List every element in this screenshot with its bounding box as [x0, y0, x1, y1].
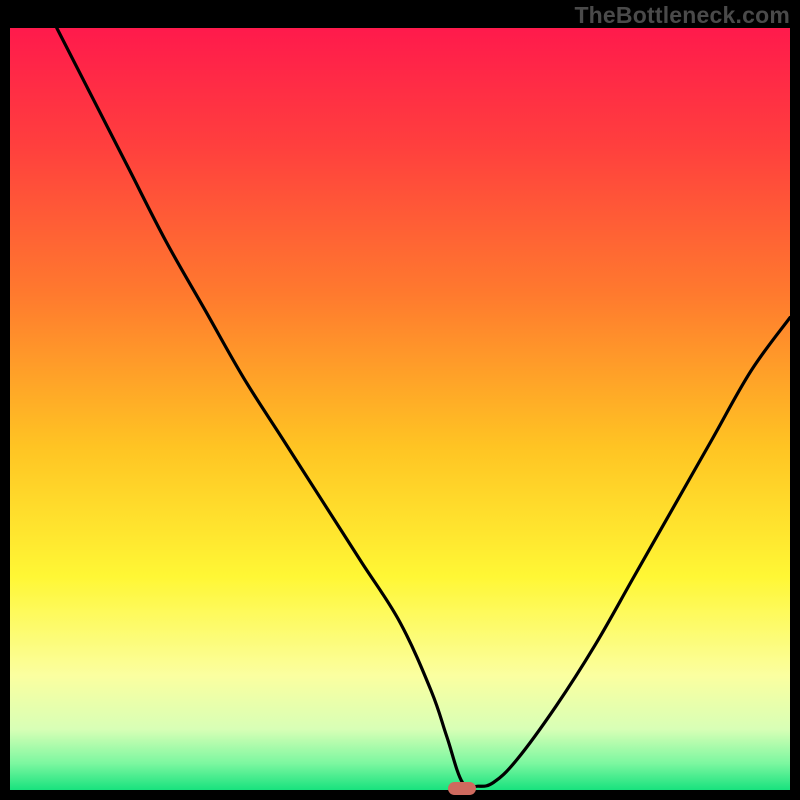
chart-stage [10, 28, 790, 790]
gradient-backdrop [10, 28, 790, 790]
bottleneck-chart [10, 28, 790, 790]
chart-wrapper: TheBottleneck.com [0, 0, 800, 800]
watermark-text: TheBottleneck.com [574, 2, 790, 29]
optimal-marker-icon [448, 782, 476, 795]
